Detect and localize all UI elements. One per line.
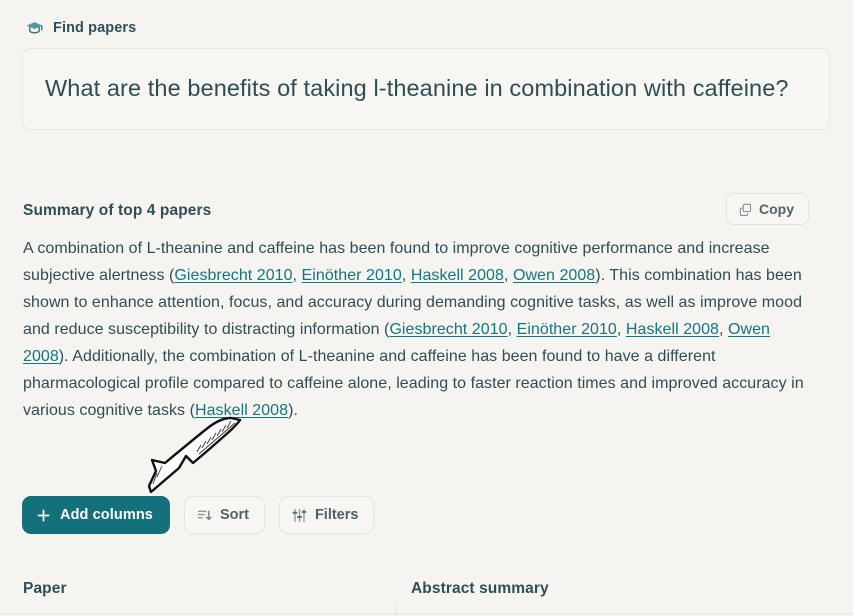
citation-link[interactable]: Haskell 2008 — [626, 321, 719, 338]
plus-icon — [36, 508, 51, 523]
graduation-cap-icon — [25, 19, 44, 38]
summary-title: Summary of top 4 papers — [23, 202, 212, 219]
sort-label: Sort — [219, 507, 249, 523]
table-toolbar: Add columns Sort Filters — [22, 496, 375, 534]
copy-button[interactable]: Copy — [726, 193, 809, 225]
summary-body: A combination of L-theanine and caffeine… — [23, 235, 813, 424]
add-columns-label: Add columns — [60, 507, 153, 523]
citation-link[interactable]: Einöther 2010 — [517, 321, 617, 338]
citation-link[interactable]: Owen 2008 — [513, 267, 595, 284]
column-header-abstract-summary[interactable]: Abstract summary — [411, 580, 549, 598]
summary-text-run: , — [616, 321, 626, 338]
hand-drawn-arrow-annotation — [147, 416, 242, 494]
column-header-paper[interactable]: Paper — [23, 580, 67, 598]
citation-link[interactable]: Haskell 2008 — [195, 402, 288, 419]
question-card[interactable]: What are the benefits of taking l-theani… — [22, 48, 830, 130]
summary-text-run: , — [503, 267, 513, 284]
column-divider — [396, 604, 397, 616]
add-columns-button[interactable]: Add columns — [22, 496, 170, 534]
summary-text-run: , — [292, 267, 302, 284]
sliders-icon — [292, 508, 307, 523]
citation-link[interactable]: Haskell 2008 — [411, 267, 504, 284]
summary-text-run: , — [507, 321, 517, 338]
citation-link[interactable]: Einöther 2010 — [302, 267, 402, 284]
table-header-divider — [0, 613, 853, 614]
results-table-header: Paper Abstract summary — [0, 570, 853, 616]
app-header: Find papers — [0, 0, 853, 39]
summary-text-run: , — [719, 321, 728, 338]
filters-button[interactable]: Filters — [278, 496, 375, 534]
citation-link[interactable]: Giesbrecht 2010 — [174, 267, 292, 284]
app-title: Find papers — [53, 19, 137, 36]
copy-button-label: Copy — [759, 201, 794, 217]
sort-descending-icon — [197, 508, 212, 523]
filters-label: Filters — [314, 507, 359, 523]
citation-link[interactable]: Giesbrecht 2010 — [389, 321, 507, 338]
summary-text-run: ). — [288, 402, 298, 419]
summary-text-run: ). Additionally, the combination of L-th… — [23, 348, 804, 419]
summary-header-row: Summary of top 4 papers Copy — [23, 193, 831, 225]
sort-button[interactable]: Sort — [183, 496, 265, 534]
copy-icon — [739, 203, 752, 216]
question-text: What are the benefits of taking l-theani… — [45, 75, 789, 101]
summary-text-run: , — [401, 267, 411, 284]
